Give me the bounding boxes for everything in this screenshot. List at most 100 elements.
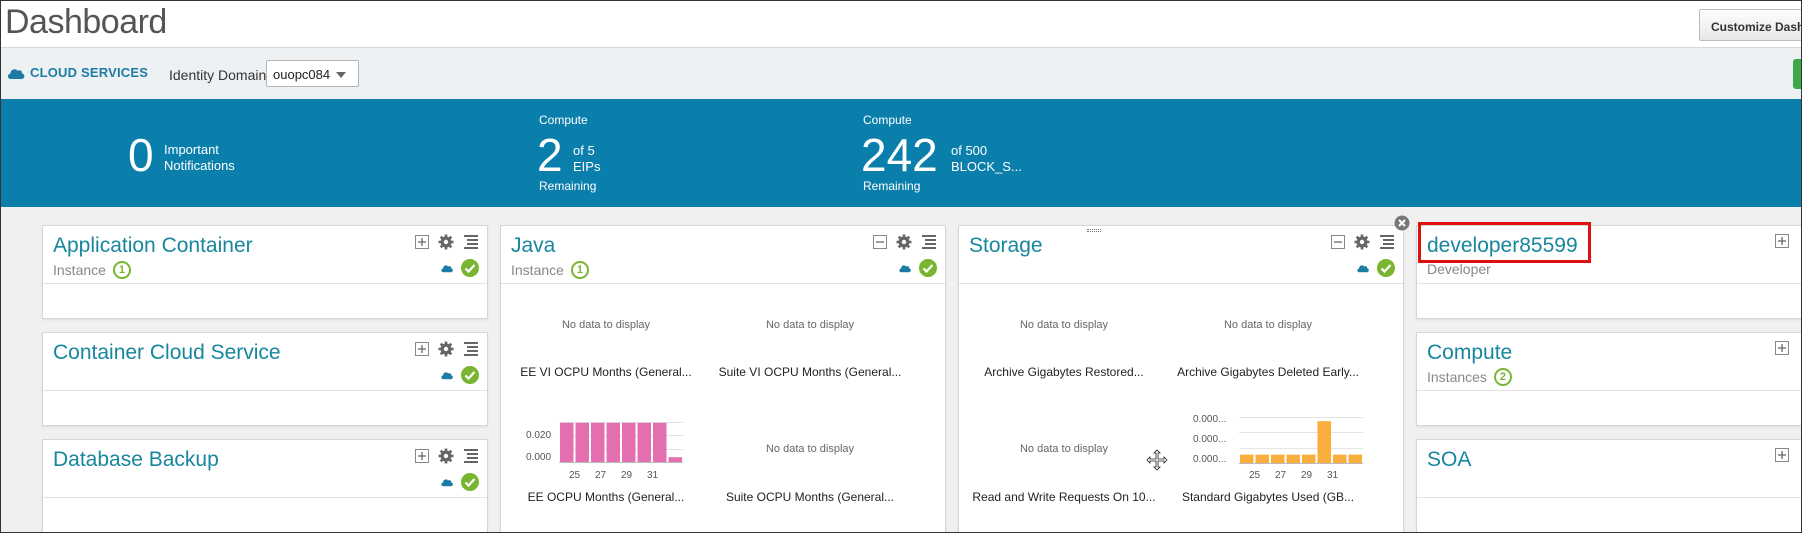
instance-count-badge[interactable]: 1 [112, 261, 131, 279]
status-ok-icon [461, 259, 479, 277]
expand-icon[interactable] [1775, 341, 1789, 355]
x-axis-tick: 25 [1249, 470, 1261, 481]
chart-bar [1286, 454, 1300, 463]
no-data-message: No data to display [1019, 319, 1109, 331]
no-data-message: No data to display [765, 443, 855, 455]
gear-icon[interactable] [1354, 234, 1370, 250]
chart-bar [1348, 454, 1362, 463]
chart-bar [1302, 454, 1316, 463]
eips-value: 2 [537, 129, 563, 181]
drag-handle-icon[interactable] [1087, 229, 1101, 232]
cloud-icon [1357, 265, 1369, 273]
summary-banner: 0 Important Notifications Compute 2 of 5… [1, 99, 1801, 207]
card-subtitle: Developer [1427, 261, 1491, 277]
card-title[interactable]: Database Backup [53, 448, 219, 472]
metric-label[interactable]: Standard Gigabytes Used (GB... [1173, 490, 1363, 504]
expand-icon[interactable] [1775, 448, 1789, 462]
card-title[interactable]: Java [511, 234, 555, 258]
gear-icon[interactable] [438, 341, 454, 357]
identity-domain-label: Identity Domain [169, 67, 267, 83]
card-title[interactable]: Container Cloud Service [53, 341, 281, 365]
card-header: Application Container Instance 1 [43, 226, 487, 284]
toolbar: CLOUD SERVICES Identity Domain ouopc084 [1, 49, 1801, 99]
metric-label[interactable]: Suite VI OCPU Months (General... [715, 365, 905, 379]
customize-dashboard-button[interactable]: Customize Dashboard [1699, 9, 1801, 41]
y-axis-tick: 0.000... [1193, 434, 1227, 445]
menu-icon[interactable] [921, 235, 937, 249]
expand-icon[interactable] [415, 449, 429, 463]
title-bar: Dashboard Customize Dashboard [1, 1, 1801, 48]
cloud-icon [441, 479, 453, 487]
card-header: Compute Instances 2 [1417, 333, 1801, 391]
chart-bar [1333, 454, 1347, 463]
card-title[interactable]: Application Container [53, 234, 253, 258]
collapse-icon[interactable] [873, 235, 887, 249]
green-action-button[interactable] [1793, 59, 1801, 89]
y-axis-tick: 0.020 [526, 430, 552, 441]
notifications-count: 0 [128, 129, 154, 181]
notifications-line2: Notifications [164, 158, 235, 173]
chart-bar [1271, 454, 1285, 463]
card-header: Storage [959, 226, 1403, 284]
card-compute[interactable]: Compute Instances 2 [1416, 332, 1801, 426]
identity-domain-select[interactable]: ouopc084 [266, 60, 359, 87]
card-status [898, 259, 937, 277]
x-axis-tick: 31 [647, 470, 659, 481]
dashboard-window: Dashboard Customize Dashboard CLOUD SERV… [0, 0, 1802, 533]
card-actions [1775, 448, 1789, 462]
y-axis-tick: 0.000... [1193, 414, 1227, 425]
card-subtitle: Instance 1 [511, 261, 589, 279]
gear-icon[interactable] [438, 448, 454, 464]
card-header: Container Cloud Service [43, 333, 487, 391]
metric-label[interactable]: Read and Write Requests On 10... [969, 490, 1159, 504]
expand-icon[interactable] [415, 235, 429, 249]
card-header: Database Backup [43, 440, 487, 498]
instance-count-badge[interactable]: 1 [570, 261, 589, 279]
chart-bar [591, 422, 605, 462]
card-actions [1775, 341, 1789, 355]
card-title[interactable]: Storage [969, 234, 1043, 258]
card-database-backup[interactable]: Database Backup [42, 439, 488, 532]
x-axis-tick: 27 [1275, 470, 1287, 481]
close-icon[interactable] [1394, 215, 1410, 231]
move-cursor-icon [1146, 449, 1168, 471]
card-title[interactable]: SOA [1427, 448, 1471, 472]
chevron-down-icon [336, 72, 346, 78]
status-ok-icon [919, 259, 937, 277]
cloud-services-link[interactable]: CLOUD SERVICES [6, 65, 148, 80]
cloud-icon [899, 265, 911, 273]
menu-icon[interactable] [463, 449, 479, 463]
metric-label[interactable]: EE VI OCPU Months (General... [511, 365, 701, 379]
metric-label[interactable]: EE OCPU Months (General... [511, 490, 701, 504]
card-actions [415, 341, 479, 357]
metric-label[interactable]: Suite OCPU Months (General... [715, 490, 905, 504]
instance-label: Instance [53, 262, 106, 278]
block-category: Compute [863, 113, 912, 127]
chart-bar [637, 422, 651, 462]
menu-icon[interactable] [463, 342, 479, 356]
metric-label[interactable]: Archive Gigabytes Deleted Early... [1173, 365, 1363, 379]
card-title[interactable]: Compute [1427, 341, 1512, 365]
expand-icon[interactable] [1775, 234, 1789, 248]
card-storage[interactable]: Storage No data to display No data to di… [958, 225, 1404, 532]
standard-gb-bar-chart [1239, 417, 1363, 464]
menu-icon[interactable] [463, 235, 479, 249]
card-java[interactable]: Java Instance 1 No data to display No da… [500, 225, 946, 532]
menu-icon[interactable] [1379, 235, 1395, 249]
card-subtitle: Instance 1 [53, 261, 131, 279]
x-axis-tick: 25 [569, 470, 581, 481]
status-ok-icon [1377, 259, 1395, 277]
collapse-icon[interactable] [1331, 235, 1345, 249]
expand-icon[interactable] [415, 342, 429, 356]
metric-label[interactable]: Archive Gigabytes Restored... [969, 365, 1159, 379]
card-container-cloud-service[interactable]: Container Cloud Service [42, 332, 488, 426]
gear-icon[interactable] [438, 234, 454, 250]
no-data-message: No data to display [765, 319, 855, 331]
card-subtitle: Instances 2 [1427, 368, 1512, 386]
card-soa[interactable]: SOA [1416, 439, 1801, 532]
card-application-container[interactable]: Application Container Instance 1 [42, 225, 488, 319]
chart-bar [668, 457, 682, 462]
instance-count-badge[interactable]: 2 [1493, 368, 1512, 386]
gear-icon[interactable] [896, 234, 912, 250]
x-axis-tick: 31 [1327, 470, 1339, 481]
